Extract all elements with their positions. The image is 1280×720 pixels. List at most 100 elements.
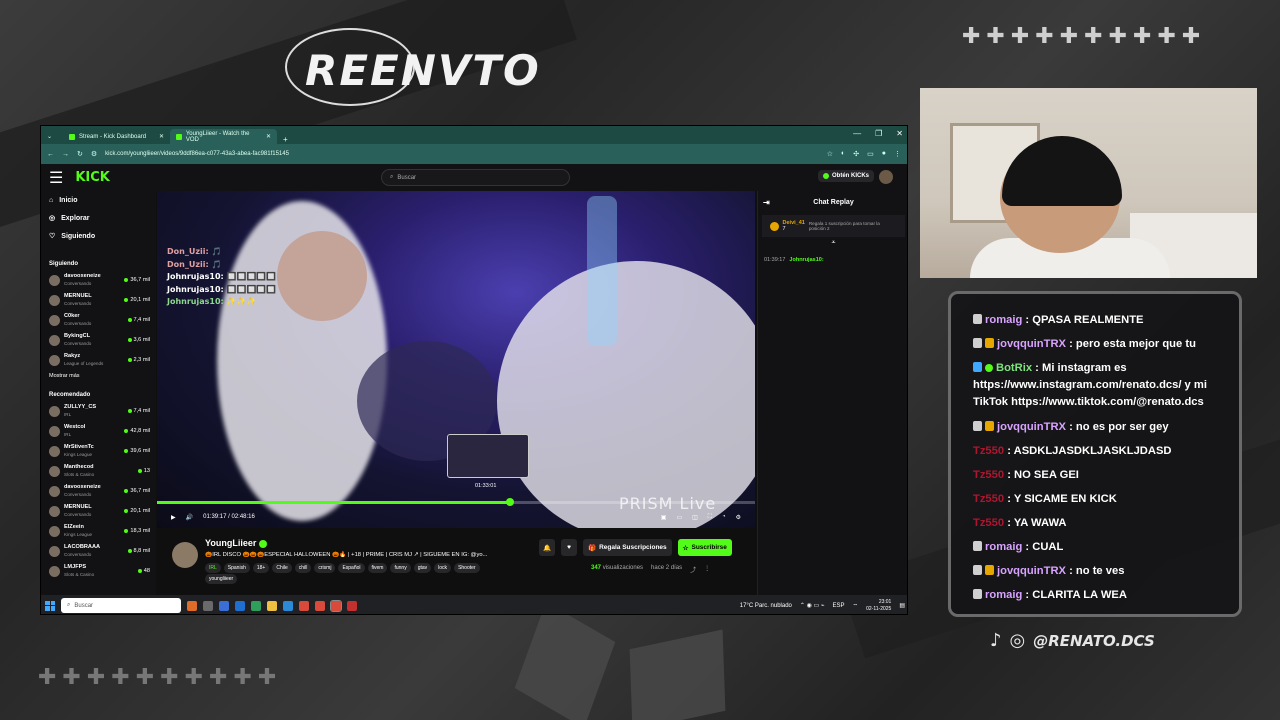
close-window-icon[interactable]: ✕	[896, 129, 903, 138]
obs-icon[interactable]	[347, 600, 357, 611]
pip-icon[interactable]: ◫	[692, 514, 698, 521]
weather-widget[interactable]: 17°C Parc. nublado	[740, 603, 792, 609]
extension-puzzle-icon[interactable]: ✣	[853, 150, 859, 158]
forward-icon[interactable]: →	[62, 151, 69, 158]
live-dot-icon	[124, 278, 129, 282]
task-view-icon[interactable]	[203, 600, 213, 611]
language-indicator[interactable]: ESP	[832, 603, 844, 609]
outlook-icon[interactable]	[235, 600, 245, 611]
menu-dots-icon[interactable]: ⋮	[894, 150, 901, 158]
nav-siguiendo[interactable]: ♡ Siguiendo	[41, 227, 156, 245]
show-more-link[interactable]: Mostrar más	[41, 370, 156, 382]
bookmark-star-icon[interactable]: ☆	[827, 150, 833, 158]
play-icon[interactable]: ▶	[171, 514, 176, 521]
notifications-icon[interactable]: ▤	[899, 602, 905, 609]
kick-logo[interactable]: KICK	[75, 170, 110, 185]
wifi-icon[interactable]: ⌔	[852, 602, 858, 610]
collapse-chat-icon[interactable]: ⇥	[763, 198, 770, 207]
theater-icon[interactable]: ▭	[676, 514, 682, 521]
channel-item[interactable]: Westcol IRL 42,8 mil	[41, 421, 156, 441]
new-tab-button[interactable]: +	[277, 135, 294, 144]
minimize-icon[interactable]: —	[853, 129, 861, 138]
tab-list-button[interactable]: ⌄	[41, 129, 63, 144]
windows-start-icon[interactable]	[45, 600, 55, 611]
speed-icon[interactable]: ◔	[722, 514, 726, 521]
app-icon[interactable]	[219, 600, 229, 611]
settings-icon[interactable]: ⚙	[736, 514, 741, 521]
channel-item[interactable]: LACOBRAAA Conversando 8,8 mil	[41, 541, 156, 561]
channel-item[interactable]: ZULLYY_CS IRL 7,4 mil	[41, 401, 156, 421]
channel-item[interactable]: C0ker Conversando 7,4 mil	[41, 310, 156, 330]
channel-item[interactable]: MERNUEL Conversando 20,1 mil	[41, 501, 156, 521]
fullscreen-icon[interactable]: ⛶	[708, 514, 712, 521]
nav-explorar[interactable]: ◎ Explorar	[41, 209, 156, 227]
channel-item[interactable]: davooxeneize Conversando 36,7 mil	[41, 270, 156, 290]
viewer-count-text: 36,7 mil	[130, 277, 150, 283]
tag[interactable]: chill	[294, 563, 312, 573]
user-avatar[interactable]	[879, 170, 893, 184]
chrome-active-icon[interactable]	[330, 599, 342, 612]
channel-item[interactable]: LMJFPS Slots & Casino 48	[41, 561, 156, 581]
app-icon[interactable]	[251, 600, 261, 611]
clip-icon[interactable]: ▣	[661, 514, 667, 521]
close-tab-icon[interactable]: ✕	[159, 133, 164, 140]
tray-icons[interactable]: ⌃ ◉ ▭ ⌁	[800, 602, 825, 609]
gift-subs-button[interactable]: 🎁 Regala Suscripciones	[583, 539, 672, 556]
windows-taskbar: ⌕ Buscar 17°C Parc. nublado ⌃ ◉ ▭ ⌁ ESP ⌔…	[41, 595, 907, 614]
notification-bell-button[interactable]: 🔔	[539, 539, 555, 556]
subscribe-button[interactable]: ☆ Suscribirse	[677, 539, 732, 556]
file-explorer-icon[interactable]	[267, 600, 277, 611]
expand-icon[interactable]: ⩡	[758, 239, 907, 247]
progress-knob[interactable]	[505, 498, 514, 506]
tag[interactable]: crismj	[314, 563, 336, 573]
reload-icon[interactable]: ↻	[77, 150, 83, 158]
site-info-icon[interactable]: ⚙	[91, 150, 97, 158]
tag[interactable]: 18+	[252, 563, 270, 573]
tag[interactable]: Shooter	[454, 563, 480, 573]
streamer-name[interactable]: YoungLiieer	[205, 538, 267, 548]
volume-icon[interactable]: 🔊	[186, 514, 193, 521]
tag[interactable]: Spanish	[223, 563, 250, 573]
follow-heart-button[interactable]: ♥	[561, 539, 577, 556]
channel-item[interactable]: Rakyz League of Legends 2,3 mil	[41, 350, 156, 370]
tag[interactable]: funny	[390, 563, 411, 573]
maximize-icon[interactable]: ❐	[875, 129, 882, 138]
channel-item[interactable]: davooxeneize Conversando 36,7 mil	[41, 481, 156, 501]
streamer-avatar[interactable]	[172, 542, 198, 568]
taskbar-search[interactable]: ⌕ Buscar	[61, 598, 181, 613]
url-field[interactable]: kick.com/youngliieer/videos/9ddf86ea-c07…	[105, 151, 819, 157]
profile-icon[interactable]: ●	[882, 150, 886, 158]
app-icon[interactable]	[187, 600, 197, 611]
nav-inicio[interactable]: ⌂ Inicio	[41, 191, 156, 209]
tag[interactable]: lock	[434, 563, 452, 573]
tag[interactable]: Chile	[272, 563, 292, 573]
tag-extra[interactable]: youngliieer	[205, 574, 238, 584]
chrome-icon[interactable]	[315, 600, 325, 611]
tag[interactable]: fivem	[367, 563, 388, 573]
close-tab-icon[interactable]: ✕	[266, 133, 271, 140]
channel-item[interactable]: BykingCL Conversando 3,6 mil	[41, 330, 156, 350]
video-overlay-line: Johnrujas10: 🔲🔲🔲🔲🔲	[167, 284, 277, 294]
video-player[interactable]: Don_Uzii: 🎵 Don_Uzii: 🎵 Johnrujas10: 🔲🔲🔲🔲🔲…	[157, 191, 755, 528]
tag[interactable]: gtav	[413, 563, 432, 573]
extension-icon[interactable]: ◐	[841, 150, 845, 158]
search-input[interactable]: ⌕ Buscar	[381, 169, 570, 186]
back-icon[interactable]: ←	[47, 151, 54, 158]
tag[interactable]: Español	[338, 563, 365, 573]
share-icon[interactable]: ⤴	[690, 565, 696, 574]
tab-youngliieer-vod[interactable]: YoungLiieer - Watch the VOD ✕	[170, 129, 277, 144]
channel-item[interactable]: Manthecod Slots & Casino 13	[41, 461, 156, 481]
hamburger-menu-icon[interactable]: ☰	[49, 168, 63, 188]
downloads-icon[interactable]: ▭	[867, 150, 874, 158]
progress-bar[interactable]	[157, 498, 755, 506]
chrome-icon[interactable]	[299, 600, 309, 611]
channel-item[interactable]: ElZeein Kings League 18,3 mil	[41, 521, 156, 541]
clock[interactable]: 23:01 02-11-2025	[866, 599, 891, 613]
edge-icon[interactable]	[283, 600, 293, 611]
channel-item[interactable]: MrStivenTc Kings League 39,6 mil	[41, 441, 156, 461]
get-kicks-button[interactable]: Obtén KICKs	[818, 170, 875, 182]
more-options-icon[interactable]: ⋮	[704, 565, 710, 574]
category-tag[interactable]: IRL	[205, 563, 221, 573]
channel-item[interactable]: MERNUEL Conversando 20,1 mil	[41, 290, 156, 310]
tab-kick-dashboard[interactable]: Stream - Kick Dashboard ✕	[63, 129, 170, 144]
